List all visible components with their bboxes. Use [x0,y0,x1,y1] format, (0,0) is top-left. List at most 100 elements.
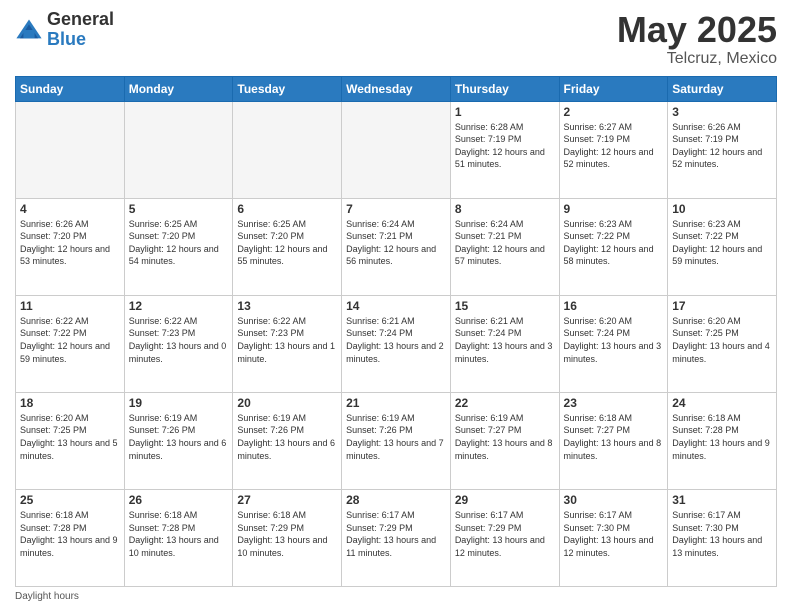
calendar-header-row: Sunday Monday Tuesday Wednesday Thursday… [16,76,777,101]
col-wednesday: Wednesday [342,76,451,101]
col-thursday: Thursday [450,76,559,101]
table-row: 30 Sunrise: 6:17 AMSunset: 7:30 PMDaylig… [559,489,668,586]
table-row: 7 Sunrise: 6:24 AMSunset: 7:21 PMDayligh… [342,198,451,295]
day-info: Sunrise: 6:20 AMSunset: 7:25 PMDaylight:… [20,413,118,461]
logo-text: General Blue [47,10,114,50]
table-row [16,101,125,198]
title-block: May 2025 Telcruz, Mexico [617,10,777,68]
table-row: 20 Sunrise: 6:19 AMSunset: 7:26 PMDaylig… [233,392,342,489]
day-number: 16 [564,299,664,313]
day-number: 11 [20,299,120,313]
day-number: 29 [455,493,555,507]
day-info: Sunrise: 6:17 AMSunset: 7:29 PMDaylight:… [346,510,436,558]
day-number: 30 [564,493,664,507]
day-number: 22 [455,396,555,410]
day-info: Sunrise: 6:27 AMSunset: 7:19 PMDaylight:… [564,122,654,170]
calendar-week-1: 4 Sunrise: 6:26 AMSunset: 7:20 PMDayligh… [16,198,777,295]
calendar-week-3: 18 Sunrise: 6:20 AMSunset: 7:25 PMDaylig… [16,392,777,489]
day-number: 10 [672,202,772,216]
day-number: 28 [346,493,446,507]
day-number: 25 [20,493,120,507]
day-info: Sunrise: 6:19 AMSunset: 7:26 PMDaylight:… [129,413,227,461]
table-row: 15 Sunrise: 6:21 AMSunset: 7:24 PMDaylig… [450,295,559,392]
day-info: Sunrise: 6:25 AMSunset: 7:20 PMDaylight:… [129,219,219,267]
day-info: Sunrise: 6:17 AMSunset: 7:30 PMDaylight:… [564,510,654,558]
day-info: Sunrise: 6:24 AMSunset: 7:21 PMDaylight:… [346,219,436,267]
day-info: Sunrise: 6:20 AMSunset: 7:25 PMDaylight:… [672,316,770,364]
day-number: 1 [455,105,555,119]
day-info: Sunrise: 6:18 AMSunset: 7:28 PMDaylight:… [672,413,770,461]
day-number: 12 [129,299,229,313]
calendar-week-4: 25 Sunrise: 6:18 AMSunset: 7:28 PMDaylig… [16,489,777,586]
col-monday: Monday [124,76,233,101]
col-saturday: Saturday [668,76,777,101]
day-info: Sunrise: 6:18 AMSunset: 7:27 PMDaylight:… [564,413,662,461]
table-row: 14 Sunrise: 6:21 AMSunset: 7:24 PMDaylig… [342,295,451,392]
col-tuesday: Tuesday [233,76,342,101]
day-number: 7 [346,202,446,216]
table-row: 17 Sunrise: 6:20 AMSunset: 7:25 PMDaylig… [668,295,777,392]
table-row: 22 Sunrise: 6:19 AMSunset: 7:27 PMDaylig… [450,392,559,489]
day-info: Sunrise: 6:22 AMSunset: 7:23 PMDaylight:… [129,316,227,364]
calendar-week-0: 1 Sunrise: 6:28 AMSunset: 7:19 PMDayligh… [16,101,777,198]
day-number: 9 [564,202,664,216]
table-row: 25 Sunrise: 6:18 AMSunset: 7:28 PMDaylig… [16,489,125,586]
month-title: May 2025 [617,10,777,50]
day-info: Sunrise: 6:19 AMSunset: 7:27 PMDaylight:… [455,413,553,461]
table-row: 28 Sunrise: 6:17 AMSunset: 7:29 PMDaylig… [342,489,451,586]
day-info: Sunrise: 6:22 AMSunset: 7:22 PMDaylight:… [20,316,110,364]
col-friday: Friday [559,76,668,101]
day-number: 8 [455,202,555,216]
table-row: 3 Sunrise: 6:26 AMSunset: 7:19 PMDayligh… [668,101,777,198]
day-number: 3 [672,105,772,119]
col-sunday: Sunday [16,76,125,101]
footer-note: Daylight hours [15,591,777,602]
table-row: 8 Sunrise: 6:24 AMSunset: 7:21 PMDayligh… [450,198,559,295]
calendar-week-2: 11 Sunrise: 6:22 AMSunset: 7:22 PMDaylig… [16,295,777,392]
day-number: 15 [455,299,555,313]
logo-blue-text: Blue [47,30,114,50]
day-number: 23 [564,396,664,410]
day-number: 13 [237,299,337,313]
table-row: 6 Sunrise: 6:25 AMSunset: 7:20 PMDayligh… [233,198,342,295]
header: General Blue May 2025 Telcruz, Mexico [15,10,777,68]
logo-general-text: General [47,10,114,30]
day-info: Sunrise: 6:23 AMSunset: 7:22 PMDaylight:… [564,219,654,267]
day-info: Sunrise: 6:21 AMSunset: 7:24 PMDaylight:… [455,316,553,364]
day-number: 6 [237,202,337,216]
table-row: 4 Sunrise: 6:26 AMSunset: 7:20 PMDayligh… [16,198,125,295]
day-number: 2 [564,105,664,119]
day-info: Sunrise: 6:28 AMSunset: 7:19 PMDaylight:… [455,122,545,170]
table-row: 27 Sunrise: 6:18 AMSunset: 7:29 PMDaylig… [233,489,342,586]
day-number: 21 [346,396,446,410]
table-row [342,101,451,198]
calendar-table: Sunday Monday Tuesday Wednesday Thursday… [15,76,777,587]
table-row: 26 Sunrise: 6:18 AMSunset: 7:28 PMDaylig… [124,489,233,586]
table-row: 5 Sunrise: 6:25 AMSunset: 7:20 PMDayligh… [124,198,233,295]
table-row: 11 Sunrise: 6:22 AMSunset: 7:22 PMDaylig… [16,295,125,392]
day-number: 24 [672,396,772,410]
day-number: 5 [129,202,229,216]
day-info: Sunrise: 6:22 AMSunset: 7:23 PMDaylight:… [237,316,335,364]
day-number: 31 [672,493,772,507]
day-info: Sunrise: 6:18 AMSunset: 7:28 PMDaylight:… [20,510,118,558]
location: Telcruz, Mexico [617,50,777,68]
table-row: 13 Sunrise: 6:22 AMSunset: 7:23 PMDaylig… [233,295,342,392]
day-number: 18 [20,396,120,410]
table-row: 21 Sunrise: 6:19 AMSunset: 7:26 PMDaylig… [342,392,451,489]
day-info: Sunrise: 6:19 AMSunset: 7:26 PMDaylight:… [346,413,444,461]
table-row [124,101,233,198]
day-info: Sunrise: 6:18 AMSunset: 7:28 PMDaylight:… [129,510,219,558]
day-number: 14 [346,299,446,313]
day-number: 17 [672,299,772,313]
table-row: 16 Sunrise: 6:20 AMSunset: 7:24 PMDaylig… [559,295,668,392]
table-row [233,101,342,198]
day-info: Sunrise: 6:19 AMSunset: 7:26 PMDaylight:… [237,413,335,461]
day-info: Sunrise: 6:21 AMSunset: 7:24 PMDaylight:… [346,316,444,364]
day-info: Sunrise: 6:20 AMSunset: 7:24 PMDaylight:… [564,316,662,364]
day-info: Sunrise: 6:17 AMSunset: 7:29 PMDaylight:… [455,510,545,558]
day-number: 26 [129,493,229,507]
table-row: 10 Sunrise: 6:23 AMSunset: 7:22 PMDaylig… [668,198,777,295]
table-row: 29 Sunrise: 6:17 AMSunset: 7:29 PMDaylig… [450,489,559,586]
day-number: 19 [129,396,229,410]
